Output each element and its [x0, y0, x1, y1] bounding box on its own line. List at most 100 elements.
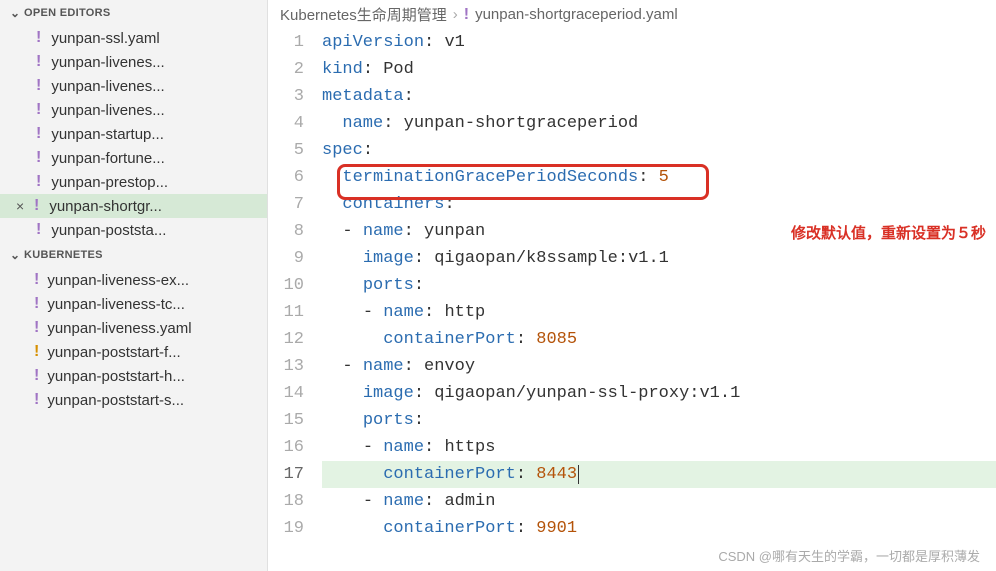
open-editor-item[interactable]: ×! yunpan-shortgr... [0, 194, 267, 218]
breadcrumb-file[interactable]: yunpan-shortgraceperiod.yaml [475, 6, 678, 23]
code-line[interactable]: image: qigaopan/k8ssample:v1.1 [322, 245, 996, 272]
chevron-down-icon: ⌄ [10, 6, 24, 20]
annotation-text: 修改默认值，重新设置为５秒 [791, 221, 986, 248]
open-editors-header[interactable]: ⌄ OPEN EDITORS [0, 0, 267, 26]
code-line[interactable]: - name: envoy [322, 353, 996, 380]
sidebar: ⌄ OPEN EDITORS !yunpan-ssl.yaml!yunpan-l… [0, 0, 268, 571]
filename-label: yunpan-poststart-f... [47, 344, 180, 361]
line-number: 10 [278, 272, 304, 299]
code-line[interactable]: containerPort: 9901 [322, 515, 996, 542]
open-editor-item[interactable]: ! yunpan-livenes... [0, 74, 267, 98]
yaml-file-icon: ! [36, 77, 41, 95]
code-content[interactable]: apiVersion: v1kind: Podmetadata: name: y… [322, 29, 996, 571]
watermark: CSDN @哪有天生的学霸，一切都是厚积薄发 [718, 546, 980, 565]
yaml-file-icon: ! [34, 295, 39, 313]
code-line[interactable]: name: yunpan-shortgraceperiod [322, 110, 996, 137]
line-number: 14 [278, 380, 304, 407]
open-editor-item[interactable]: ! yunpan-livenes... [0, 50, 267, 74]
text-cursor [578, 465, 579, 484]
explorer-item[interactable]: ! yunpan-liveness-tc... [0, 292, 267, 316]
filename-label: yunpan-shortgr... [49, 198, 162, 215]
filename-label: yunpan-poststa... [51, 222, 166, 239]
line-number: 11 [278, 299, 304, 326]
breadcrumb-folder[interactable]: Kubernetes生命周期管理 [280, 4, 447, 25]
explorer-item[interactable]: !yunpan-poststart-f... [0, 340, 267, 364]
yaml-file-icon: ! [464, 6, 469, 24]
code-line[interactable]: spec: [322, 137, 996, 164]
yaml-file-icon: ! [34, 367, 39, 385]
code-line[interactable]: image: qigaopan/yunpan-ssl-proxy:v1.1 [322, 380, 996, 407]
open-editor-item[interactable]: ! yunpan-fortune... [0, 146, 267, 170]
explorer-list: ! yunpan-liveness-ex...! yunpan-liveness-t… [0, 268, 267, 412]
open-editors-label: OPEN EDITORS [24, 7, 111, 19]
yaml-file-icon: ! [36, 101, 41, 119]
main-editor-area: Kubernetes生命周期管理 › ! yunpan-shortgracepe… [268, 0, 996, 571]
code-line[interactable]: - name: admin [322, 488, 996, 515]
code-line[interactable]: containers: [322, 191, 996, 218]
line-number: 16 [278, 434, 304, 461]
line-number: 17 [278, 461, 304, 488]
line-number: 2 [278, 56, 304, 83]
line-number-gutter: 12345678910111213141516171819 [268, 29, 322, 571]
code-line[interactable]: containerPort: 8443 [322, 461, 996, 488]
explorer-item[interactable]: ! yunpan-poststart-s... [0, 388, 267, 412]
code-line[interactable]: containerPort: 8085 [322, 326, 996, 353]
line-number: 18 [278, 488, 304, 515]
open-editor-item[interactable]: ! yunpan-startup... [0, 122, 267, 146]
line-number: 1 [278, 29, 304, 56]
filename-label: yunpan-livenes... [51, 78, 164, 95]
line-number: 13 [278, 353, 304, 380]
filename-label: yunpan-liveness-ex... [47, 272, 189, 289]
kubernetes-label: KUBERNETES [24, 249, 103, 261]
filename-label: yunpan-livenes... [51, 54, 164, 71]
filename-label: yunpan-startup... [51, 126, 164, 143]
filename-label: yunpan-poststart-s... [47, 392, 184, 409]
yaml-file-icon: ! [34, 319, 39, 337]
close-icon[interactable]: × [16, 198, 34, 214]
line-number: 5 [278, 137, 304, 164]
code-line[interactable]: kind: Pod [322, 56, 996, 83]
line-number: 15 [278, 407, 304, 434]
yaml-file-icon: ! [36, 221, 41, 239]
line-number: 8 [278, 218, 304, 245]
explorer-item[interactable]: !yunpan-liveness.yaml [0, 316, 267, 340]
yaml-file-icon: ! [36, 173, 41, 191]
code-line[interactable]: - name: https [322, 434, 996, 461]
filename-label: yunpan-livenes... [51, 102, 164, 119]
open-editor-item[interactable]: ! yunpan-ssl.yaml [0, 26, 267, 50]
line-number: 4 [278, 110, 304, 137]
yaml-file-icon: ! [36, 149, 41, 167]
code-line[interactable]: terminationGracePeriodSeconds: 5 [322, 164, 996, 191]
code-line[interactable]: metadata: [322, 83, 996, 110]
filename-label: yunpan-poststart-h... [47, 368, 185, 385]
code-line[interactable]: ports: [322, 407, 996, 434]
yaml-file-icon: ! [34, 197, 39, 215]
open-editor-item[interactable]: !yunpan-prestop... [0, 170, 267, 194]
yaml-file-icon: ! [34, 271, 39, 289]
open-editor-item[interactable]: ! yunpan-livenes... [0, 98, 267, 122]
kubernetes-header[interactable]: ⌄ KUBERNETES [0, 242, 267, 268]
line-number: 19 [278, 515, 304, 542]
breadcrumb-separator: › [453, 6, 458, 23]
line-number: 9 [278, 245, 304, 272]
filename-label: yunpan-fortune... [51, 150, 164, 167]
filename-label: yunpan-ssl.yaml [51, 30, 159, 47]
yaml-file-icon: ! [36, 125, 41, 143]
yaml-file-icon: ! [36, 53, 41, 71]
code-line[interactable]: apiVersion: v1 [322, 29, 996, 56]
explorer-item[interactable]: ! yunpan-poststart-h... [0, 364, 267, 388]
yaml-file-icon: ! [34, 391, 39, 409]
chevron-down-icon: ⌄ [10, 248, 24, 262]
filename-label: yunpan-liveness-tc... [47, 296, 185, 313]
line-number: 6 [278, 164, 304, 191]
code-line[interactable]: - name: http [322, 299, 996, 326]
open-editor-item[interactable]: ! yunpan-poststa... [0, 218, 267, 242]
open-editors-list: !yunpan-ssl.yaml!yunpan-livenes...!yunpa… [0, 26, 267, 242]
code-editor[interactable]: 12345678910111213141516171819 apiVersion… [268, 29, 996, 571]
line-number: 7 [278, 191, 304, 218]
breadcrumb[interactable]: Kubernetes生命周期管理 › ! yunpan-shortgracepe… [268, 0, 996, 29]
line-number: 12 [278, 326, 304, 353]
code-line[interactable]: ports: [322, 272, 996, 299]
yaml-file-icon: ! [36, 29, 41, 47]
explorer-item[interactable]: ! yunpan-liveness-ex... [0, 268, 267, 292]
